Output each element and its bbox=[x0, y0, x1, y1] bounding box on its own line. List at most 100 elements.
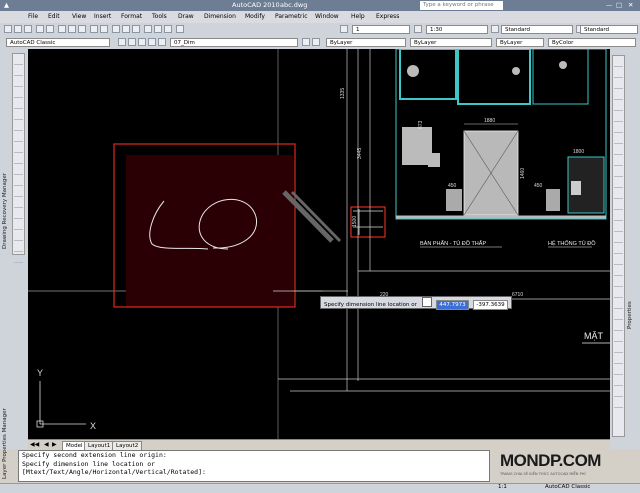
menu-express[interactable]: Express bbox=[376, 13, 399, 20]
fillet-icon[interactable] bbox=[614, 211, 623, 221]
chamfer-icon[interactable] bbox=[614, 200, 623, 210]
minimize-icon[interactable]: — bbox=[606, 1, 613, 9]
drawing-canvas[interactable]: 1500 1335 3445 1880 450 450 873 1460 180… bbox=[28, 49, 610, 439]
line-icon[interactable] bbox=[14, 55, 23, 65]
menu-help[interactable]: Help bbox=[351, 13, 365, 20]
command-line[interactable]: Specify second extension line origin: Sp… bbox=[18, 450, 490, 482]
menu-file[interactable]: File bbox=[28, 13, 38, 20]
tolerance-icon[interactable] bbox=[614, 332, 623, 342]
polyline-icon[interactable] bbox=[14, 77, 23, 87]
next-tab-icon[interactable]: ▶ bbox=[52, 441, 57, 448]
undo-icon[interactable] bbox=[90, 25, 98, 33]
menu-dimension[interactable]: Dimension bbox=[204, 13, 236, 20]
preview-icon[interactable] bbox=[46, 25, 54, 33]
construction-line-icon[interactable] bbox=[14, 66, 23, 76]
close-icon[interactable]: ✕ bbox=[628, 1, 633, 9]
rotate-icon[interactable] bbox=[614, 123, 623, 133]
open-icon[interactable] bbox=[14, 25, 22, 33]
paste-icon[interactable] bbox=[78, 25, 86, 33]
plot-style-combo[interactable]: ByColor bbox=[548, 38, 636, 47]
zoom-window-icon[interactable] bbox=[132, 25, 140, 33]
app-menu-icon[interactable]: ▲ bbox=[4, 1, 9, 9]
polygon-icon[interactable] bbox=[14, 88, 23, 98]
linetype-combo[interactable]: ByLayer bbox=[410, 38, 492, 47]
extend-icon[interactable] bbox=[614, 167, 623, 177]
maximize-icon[interactable]: □ bbox=[616, 1, 622, 9]
search-input[interactable]: Type a keyword or phrase bbox=[420, 1, 503, 10]
dim-edit-icon[interactable] bbox=[614, 354, 623, 364]
design-center-icon[interactable] bbox=[154, 25, 162, 33]
dynamic-input-y[interactable]: -397.3639 bbox=[473, 300, 508, 310]
break-icon[interactable] bbox=[614, 178, 623, 188]
scale-combo[interactable]: 1 bbox=[352, 25, 410, 34]
dim-aligned-icon[interactable] bbox=[614, 244, 623, 254]
quick-dim-icon[interactable] bbox=[614, 288, 623, 298]
menu-parametric[interactable]: Parametric bbox=[275, 13, 308, 20]
drawing-recovery-palette-label[interactable]: Drawing Recovery Manager bbox=[2, 109, 8, 249]
dim-update-icon[interactable] bbox=[614, 365, 623, 375]
redo-icon[interactable] bbox=[100, 25, 108, 33]
annotation-scale-icon[interactable] bbox=[414, 25, 422, 33]
first-tab-icon[interactable]: ◀◀ bbox=[30, 441, 39, 448]
text-style-combo[interactable]: Standard bbox=[501, 25, 573, 34]
menu-insert[interactable]: Insert bbox=[94, 13, 111, 20]
layer-color-icon[interactable] bbox=[158, 38, 166, 46]
properties-icon[interactable] bbox=[144, 25, 152, 33]
dim-style-icon[interactable] bbox=[491, 25, 499, 33]
copy-icon[interactable] bbox=[68, 25, 76, 33]
dim-style-icon-2[interactable] bbox=[614, 376, 623, 386]
dim-radius-icon[interactable] bbox=[614, 255, 623, 265]
command-prompt[interactable]: [Mtext/Text/Angle/Horizontal/Vertical/Ro… bbox=[22, 468, 489, 477]
dim-angular-icon[interactable] bbox=[614, 277, 623, 287]
layer-properties-palette-label[interactable]: Layer Properties Manager bbox=[2, 339, 8, 479]
gradient-icon[interactable] bbox=[14, 220, 23, 230]
trim-icon[interactable] bbox=[614, 156, 623, 166]
menu-modify[interactable]: Modify bbox=[245, 13, 265, 20]
ellipse-arc-icon[interactable] bbox=[14, 165, 23, 175]
copy-object-icon[interactable] bbox=[614, 68, 623, 78]
circle-icon[interactable] bbox=[14, 121, 23, 131]
annotation-scale-status[interactable]: 1:1 bbox=[498, 484, 507, 490]
ellipse-icon[interactable] bbox=[14, 154, 23, 164]
dynamic-input-x[interactable]: 447.7973 bbox=[436, 300, 469, 310]
zoom-out-icon[interactable] bbox=[614, 398, 623, 408]
tool-palettes-icon[interactable] bbox=[164, 25, 172, 33]
options-arrow-icon[interactable] bbox=[421, 297, 432, 307]
make-block-icon[interactable] bbox=[14, 187, 23, 197]
menu-edit[interactable]: Edit bbox=[48, 13, 60, 20]
prev-tab-icon[interactable]: ◀ bbox=[44, 441, 49, 448]
array-icon[interactable] bbox=[614, 101, 623, 111]
join-icon[interactable] bbox=[614, 189, 623, 199]
layer-lock-icon[interactable] bbox=[148, 38, 156, 46]
dim-baseline-icon[interactable] bbox=[614, 299, 623, 309]
annotation-scale-combo[interactable]: 1:30 bbox=[426, 25, 488, 34]
layer-on-icon[interactable] bbox=[128, 38, 136, 46]
make-current-icon[interactable] bbox=[302, 38, 310, 46]
properties-palette-label[interactable]: Properties bbox=[627, 249, 633, 329]
offset-icon[interactable] bbox=[614, 90, 623, 100]
table-icon[interactable] bbox=[14, 242, 23, 252]
layer-combo[interactable]: 07_Dim bbox=[170, 38, 298, 47]
mtext-icon[interactable] bbox=[14, 253, 23, 263]
explode-icon[interactable] bbox=[614, 222, 623, 232]
menu-format[interactable]: Format bbox=[121, 13, 142, 20]
print-icon[interactable] bbox=[36, 25, 44, 33]
layer-properties-icon[interactable] bbox=[118, 38, 126, 46]
pan-icon[interactable] bbox=[112, 25, 120, 33]
erase-icon[interactable] bbox=[614, 57, 623, 67]
mirror-icon[interactable] bbox=[614, 79, 623, 89]
layer-freeze-icon[interactable] bbox=[138, 38, 146, 46]
new-icon[interactable] bbox=[4, 25, 12, 33]
menu-window[interactable]: Window bbox=[315, 13, 339, 20]
dim-style-combo[interactable]: Standard bbox=[580, 25, 638, 34]
zoom-icon[interactable] bbox=[122, 25, 130, 33]
zoom-in-icon[interactable] bbox=[614, 387, 623, 397]
menu-draw[interactable]: Draw bbox=[178, 13, 194, 20]
revcloud-icon[interactable] bbox=[14, 132, 23, 142]
menu-view[interactable]: View bbox=[72, 13, 86, 20]
help-icon[interactable] bbox=[176, 25, 184, 33]
spline-icon[interactable] bbox=[14, 143, 23, 153]
region-icon[interactable] bbox=[14, 231, 23, 241]
cut-icon[interactable] bbox=[58, 25, 66, 33]
dim-diameter-icon[interactable] bbox=[614, 266, 623, 276]
